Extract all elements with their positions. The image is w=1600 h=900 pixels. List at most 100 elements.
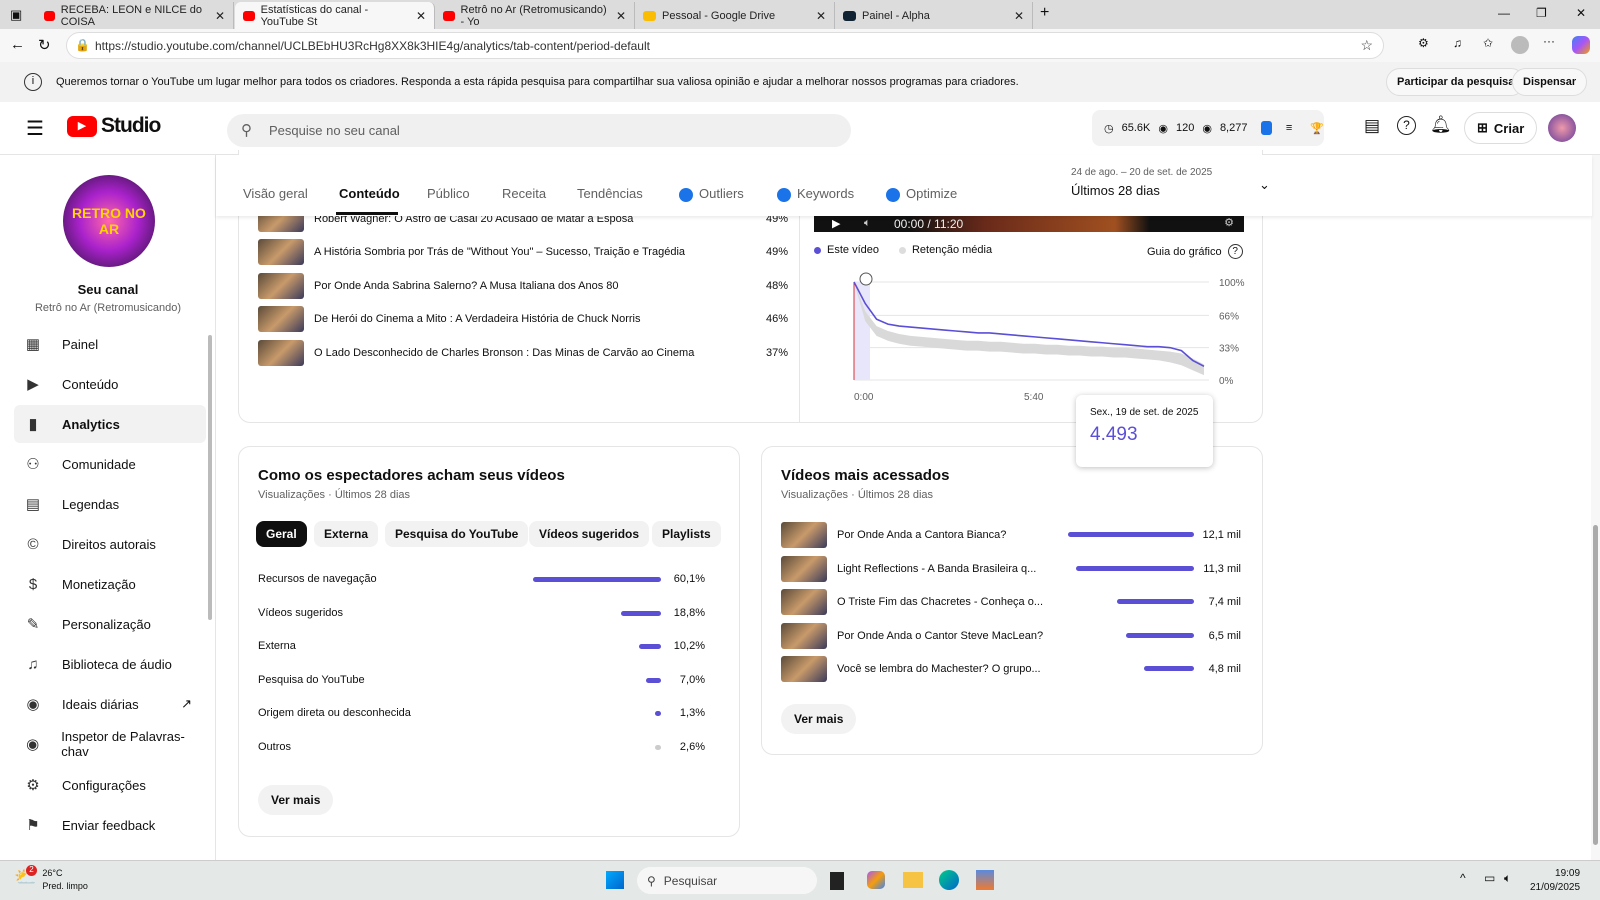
traffic-row[interactable]: Vídeos sugeridos 18,8% — [258, 606, 705, 620]
comments-icon[interactable]: ▤ — [1364, 116, 1380, 136]
menu-icon[interactable]: ☰ — [26, 116, 44, 141]
favorites-icon[interactable]: ✩ — [1483, 36, 1493, 50]
chip-general[interactable]: Geral — [256, 521, 307, 547]
chip-youtube-search[interactable]: Pesquisa do YouTube — [385, 521, 529, 547]
sidebar-item-11[interactable]: ⚙ Configurações — [14, 766, 206, 804]
tab-keywords[interactable]: Keywords — [777, 186, 854, 202]
top-video-row[interactable]: Por Onde Anda o Cantor Steve MacLean? 6,5… — [781, 622, 1241, 650]
settings-icon[interactable]: ⚙ — [1224, 216, 1234, 229]
task-view-icon[interactable] — [830, 872, 844, 890]
tab-outliers[interactable]: Outliers — [679, 186, 744, 202]
list-icon[interactable]: ≡ — [1286, 122, 1292, 134]
back-icon[interactable]: ← — [10, 36, 25, 53]
help-icon[interactable]: ? — [1397, 116, 1416, 135]
list-item[interactable]: O Lado Desconhecido de Charles Bronson :… — [258, 339, 788, 367]
windows-start-icon[interactable] — [606, 871, 624, 889]
tab-revenue[interactable]: Receita — [502, 186, 546, 201]
tab-optimize[interactable]: Optimize — [886, 186, 957, 202]
reload-icon[interactable]: ↻ — [38, 36, 51, 54]
vidiq-icon[interactable] — [1261, 121, 1272, 135]
traffic-row[interactable]: Recursos de navegação 60,1% — [258, 572, 705, 586]
chip-suggested-videos[interactable]: Vídeos sugeridos — [529, 521, 650, 547]
volume-icon[interactable]: 🔈︎ — [1504, 871, 1511, 886]
see-more-button[interactable]: Ver mais — [258, 785, 334, 815]
top-video-row[interactable]: O Triste Fim das Chacretes - Conheça o..… — [781, 588, 1241, 616]
participate-survey-button[interactable]: Participar da pesquisa — [1386, 68, 1526, 96]
browser-tab[interactable]: Painel - Alpha ✕ — [835, 2, 1033, 29]
chip-playlists[interactable]: Playlists — [652, 521, 721, 547]
sidebar-item-2[interactable]: ▮ Analytics — [14, 405, 206, 443]
url-field[interactable]: 🔒 https://studio.youtube.com/channel/UCLB… — [66, 32, 1384, 59]
restore-icon[interactable]: ❐ — [1536, 6, 1547, 20]
volume-icon[interactable]: 🔈︎ — [864, 217, 871, 230]
sidebar-item-12[interactable]: ⚑ Enviar feedback — [14, 806, 206, 844]
search-input[interactable]: ⚲ Pesquise no seu canal — [227, 114, 851, 147]
tab-overview[interactable]: Visão geral — [243, 186, 308, 201]
copilot-icon[interactable] — [867, 871, 885, 889]
copilot-icon[interactable] — [1572, 36, 1590, 54]
sidebar-item-4[interactable]: ▤ Legendas — [14, 485, 206, 523]
see-more-button[interactable]: Ver mais — [781, 704, 857, 734]
page-scrollbar[interactable] — [1591, 155, 1600, 860]
minimize-icon[interactable]: — — [1498, 6, 1510, 20]
trophy-icon[interactable]: 🏆 — [1310, 122, 1324, 135]
favorite-star-icon[interactable]: ☆ — [1360, 37, 1373, 54]
more-menu-icon[interactable]: ··· — [1543, 34, 1555, 48]
studio-logo[interactable]: ▶ Studio — [67, 114, 161, 138]
tab-trends[interactable]: Tendências — [577, 186, 643, 201]
traffic-row[interactable]: Externa 10,2% — [258, 639, 705, 653]
play-icon[interactable]: ▶ — [832, 217, 840, 230]
sidebar-item-0[interactable]: ▦ Painel — [14, 325, 206, 363]
tab-audience[interactable]: Público — [427, 186, 470, 201]
bell-icon[interactable]: 🔔︎ — [1430, 115, 1452, 135]
traffic-row[interactable]: Origem direta ou desconhecida 1,3% — [258, 706, 705, 720]
top-video-row[interactable]: Light Reflections - A Banda Brasileira q… — [781, 555, 1241, 583]
sidebar-item-5[interactable]: © Direitos autorais — [14, 525, 206, 563]
sidebar-item-10[interactable]: ◉ Inspetor de Palavras-chav — [14, 725, 206, 763]
sidebar-item-9[interactable]: ◉ Ideais diárias ↗ — [14, 685, 206, 723]
browser-tab[interactable]: Pessoal - Google Drive ✕ — [635, 2, 835, 29]
profile-icon[interactable] — [1511, 36, 1529, 54]
traffic-row[interactable]: Pesquisa do YouTube 7,0% — [258, 673, 705, 687]
sidebar-scrollbar[interactable] — [208, 335, 212, 620]
list-item[interactable]: De Herói do Cinema a Mito : A Verdadeira… — [258, 305, 788, 333]
create-button[interactable]: ⊞ Criar — [1464, 112, 1538, 144]
weather-widget[interactable]: ⛅ 2 26°C Pred. limpo — [14, 865, 88, 893]
chevron-up-icon[interactable]: ^ — [1460, 871, 1466, 885]
new-tab-icon[interactable]: + — [1040, 4, 1049, 22]
avatar[interactable] — [1548, 114, 1576, 142]
close-tab-icon[interactable]: ✕ — [416, 9, 426, 23]
close-tab-icon[interactable]: ✕ — [616, 9, 626, 23]
sidebar-item-6[interactable]: $ Monetização — [14, 565, 206, 603]
list-item[interactable]: Por Onde Anda Sabrina Salerno? A Musa It… — [258, 272, 788, 300]
tab-actions-icon[interactable]: ▣ — [10, 7, 22, 23]
channel-avatar[interactable]: RETRO NO AR — [63, 175, 155, 267]
traffic-row[interactable]: Outros 2,6% — [258, 740, 705, 754]
tab-content[interactable]: Conteúdo — [339, 186, 400, 201]
chip-external[interactable]: Externa — [314, 521, 379, 547]
browser-tab[interactable]: RECEBA: LEON e NILCE do COISA ✕ — [36, 2, 234, 29]
clock[interactable]: 19:09 21/09/2025 — [1530, 867, 1580, 895]
date-range-picker[interactable]: 24 de ago. – 20 de set. de 2025 Últimos … — [1071, 167, 1301, 198]
sidebar-item-3[interactable]: ⚇ Comunidade — [14, 445, 206, 483]
chart-guide-link[interactable]: Guia do gráfico? — [1147, 244, 1243, 259]
vidiq-stats[interactable]: ◷ 65.6K ◉ 120 ◉ 8,277 ≡ 🏆 — [1092, 110, 1324, 146]
extension-icon[interactable]: ♫ — [1453, 36, 1462, 50]
edge-icon[interactable] — [939, 870, 959, 890]
close-window-icon[interactable]: ✕ — [1576, 6, 1586, 20]
close-tab-icon[interactable]: ✕ — [215, 9, 225, 23]
close-tab-icon[interactable]: ✕ — [1014, 9, 1024, 23]
top-video-row[interactable]: Por Onde Anda a Cantora Bianca? 12,1 mil — [781, 521, 1241, 549]
taskbar-search[interactable]: ⚲ Pesquisar — [637, 867, 817, 894]
extensions-icon[interactable]: ⚙ — [1418, 36, 1429, 50]
info-icon[interactable] — [859, 272, 873, 286]
dismiss-button[interactable]: Dispensar — [1512, 68, 1588, 96]
sidebar-item-1[interactable]: ▶ Conteúdo — [14, 365, 206, 403]
list-item[interactable]: A História Sombria por Trás de "Without … — [258, 238, 788, 266]
close-tab-icon[interactable]: ✕ — [816, 9, 826, 23]
network-icon[interactable]: ▭ — [1484, 871, 1495, 885]
sidebar-item-7[interactable]: ✎ Personalização — [14, 605, 206, 643]
scrollbar-thumb[interactable] — [1593, 525, 1598, 845]
browser-tab-active[interactable]: Estatísticas do canal - YouTube St ✕ — [235, 2, 435, 29]
file-explorer-icon[interactable] — [903, 872, 923, 888]
